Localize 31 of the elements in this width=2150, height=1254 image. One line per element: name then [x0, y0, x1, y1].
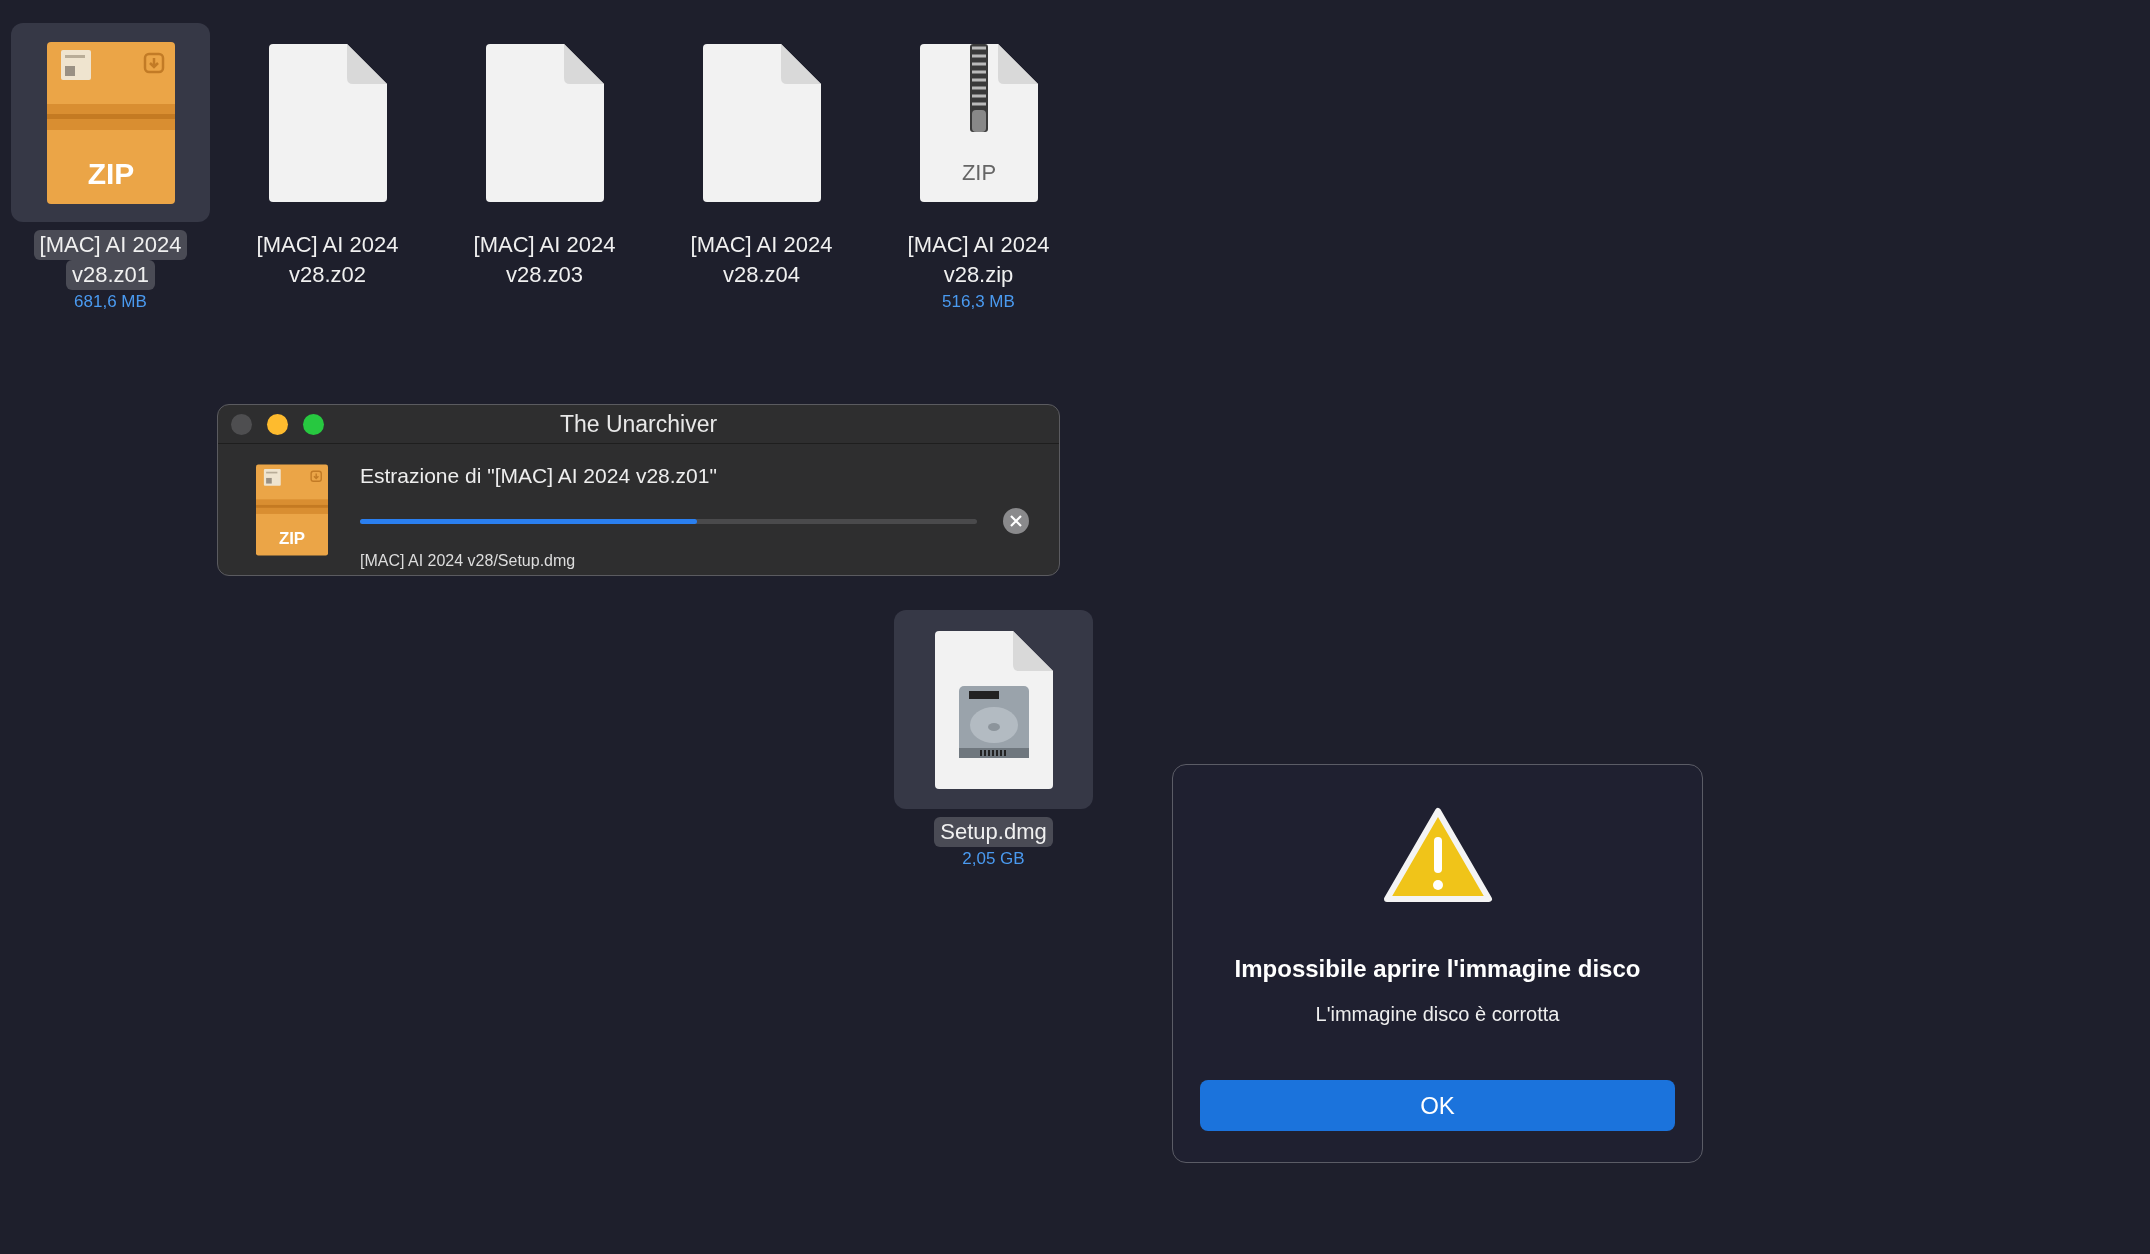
- extraction-heading: Estrazione di "[MAC] AI 2024 v28.z01": [360, 464, 718, 488]
- zipped-document-icon: ZIP: [919, 43, 1038, 202]
- file-name-line: v28.zip: [942, 261, 1015, 289]
- warning-icon: [1382, 807, 1493, 905]
- window-title: The Unarchiver: [559, 410, 718, 438]
- file-size: 681,6 MB: [74, 292, 147, 312]
- close-icon: [1010, 515, 1022, 527]
- blank-document-icon: [485, 43, 604, 202]
- ok-button[interactable]: OK: [1200, 1080, 1675, 1131]
- zoom-window-button[interactable]: [303, 414, 324, 435]
- cancel-button[interactable]: [1003, 508, 1029, 534]
- file-icon-tile[interactable]: ZIP: [879, 23, 1078, 222]
- file-size: 516,3 MB: [942, 292, 1015, 312]
- alert-message: L'immagine disco è corrotta: [1315, 1003, 1560, 1026]
- file-name-line: [MAC] AI 2024: [906, 231, 1051, 259]
- zip-archive-icon: ZIP: [256, 464, 328, 556]
- file-icon-tile[interactable]: [894, 610, 1093, 809]
- blank-document-icon: [702, 43, 821, 202]
- current-file-path: [MAC] AI 2024 v28/Setup.dmg: [360, 552, 577, 570]
- file-name-line: [MAC] AI 2024: [255, 231, 400, 259]
- hard-disk-document-icon: [934, 630, 1053, 789]
- file-size: 2,05 GB: [962, 849, 1025, 869]
- blank-document-icon: [268, 43, 387, 202]
- minimize-window-button[interactable]: [267, 414, 288, 435]
- file-name-line: [MAC] AI 2024: [472, 231, 617, 259]
- alert-title: Impossibile aprire l'immagine disco: [1234, 955, 1641, 983]
- file-name-line: v28.z03: [504, 261, 585, 289]
- zip-archive-icon: ZIP: [46, 41, 175, 204]
- file-name-line: v28.z02: [287, 261, 368, 289]
- file-name-line: [MAC] AI 2024: [689, 231, 834, 259]
- file-name-line: v28.z04: [721, 261, 802, 289]
